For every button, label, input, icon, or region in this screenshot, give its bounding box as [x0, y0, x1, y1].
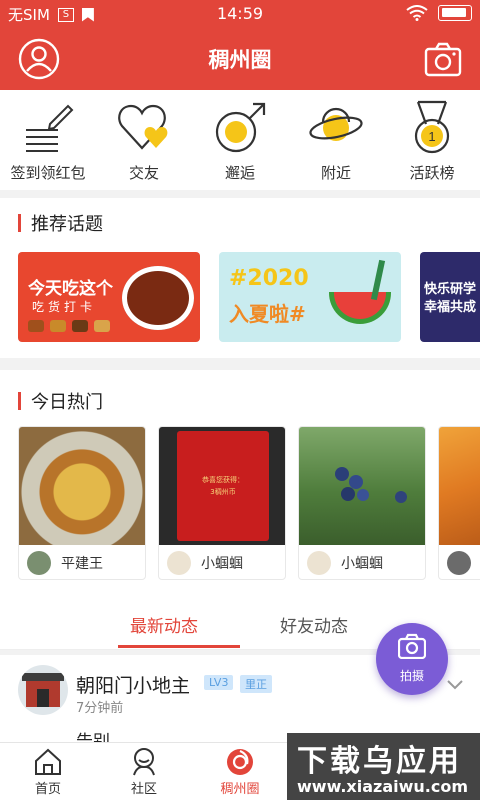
topic-title: 今天吃这个 [28, 279, 113, 299]
active-tab-indicator [118, 645, 240, 648]
quick-action-label: 交友 [128, 164, 159, 182]
blueberries-photo [299, 427, 425, 545]
topic-subtitle: 幸福共成 [424, 300, 477, 315]
topic-card[interactable]: 今天吃这个 吃货打卡 [18, 252, 200, 342]
quick-action-label: 签到领红包 [10, 164, 86, 182]
post-author-name[interactable]: 朝阳门小地主 [76, 671, 190, 698]
site-watermark: 下载乌应用 www.xiazaiwu.com [287, 733, 480, 800]
chouzhou-circle-icon [227, 749, 253, 775]
tab-latest[interactable]: 最新动态 [130, 612, 198, 637]
watermark-title: 下载乌应用 [297, 744, 462, 779]
envelope-amount: 3稠州币 [210, 488, 236, 496]
quick-action-sign-in[interactable]: 签到领红包 [0, 90, 96, 190]
quick-action-nearby[interactable]: 附近 [288, 90, 384, 190]
quick-action-leaderboard[interactable]: 1 活跃榜 [384, 90, 480, 190]
topic-card[interactable]: 快乐研学 幸福共成 [420, 252, 480, 342]
red-envelope-photo: 恭喜您获得： 3稠州币 [159, 427, 285, 545]
mango-dessert-photo [439, 427, 480, 545]
topic-subtitle: 入夏啦# [229, 302, 306, 326]
pineapple-rice-photo [19, 427, 145, 545]
page-title: 稠州圈 [208, 48, 272, 72]
avatar [307, 551, 331, 575]
post-author-avatar[interactable] [18, 665, 68, 715]
community-icon [133, 748, 155, 776]
hot-post-card[interactable]: 平建王 [18, 426, 146, 580]
nav-label: 社区 [130, 782, 157, 797]
level-badge: LV3 [204, 675, 234, 690]
app-header: 稠州圈 [0, 28, 480, 90]
quick-action-encounter[interactable]: 邂逅 [192, 90, 288, 190]
hearts-icon [118, 104, 168, 150]
recommended-topics-section: 推荐话题 今天吃这个 吃货打卡 #2020 入夏啦# 快乐研学 幸福共成 [0, 198, 480, 358]
nav-chouzhou-circle[interactable]: 稠州圈 [192, 743, 288, 800]
avatar [167, 551, 191, 575]
food-photo [122, 266, 194, 330]
watermelon-illustration [329, 292, 391, 324]
medal-icon: 1 [414, 100, 450, 154]
hot-post-user: 小蝈蝈 [201, 556, 243, 572]
planet-icon [309, 107, 363, 141]
quick-action-make-friends[interactable]: 交友 [96, 90, 192, 190]
home-icon [35, 748, 61, 775]
avatar [447, 551, 471, 575]
watermark-url: www.xiazaiwu.com [297, 777, 468, 796]
section-title: 今日热门 [18, 388, 103, 414]
section-title: 推荐话题 [18, 210, 103, 236]
tab-friends[interactable]: 好友动态 [280, 612, 348, 637]
today-hot-section: 今日热门 平建王 恭喜您获得： 3稠州币 小蝈蝈 小蝈蝈 [0, 370, 480, 598]
topic-card[interactable]: #2020 入夏啦# [219, 252, 401, 342]
hot-post-user: 小蝈蝈 [341, 556, 383, 572]
hot-post-user: 平建王 [61, 556, 103, 572]
rank-badge: 里正 [240, 675, 272, 693]
chevron-down-icon[interactable] [446, 679, 464, 691]
nav-community[interactable]: 社区 [96, 743, 192, 800]
battery-icon [438, 5, 472, 21]
hot-post-card[interactable]: e [438, 426, 480, 580]
hot-post-card[interactable]: 小蝈蝈 [298, 426, 426, 580]
quick-actions: 签到领红包 交友 邂逅 附近 1 活跃榜 [0, 90, 480, 190]
wifi-icon [406, 5, 428, 21]
male-symbol-icon [215, 102, 266, 153]
status-bar: 无SIM S 14:59 [0, 0, 480, 28]
post-time: 7分钟前 [76, 701, 124, 716]
camera-icon [398, 633, 426, 659]
envelope-text: 恭喜您获得： [202, 476, 244, 484]
nav-label: 稠州圈 [220, 782, 260, 797]
hot-post-card[interactable]: 恭喜您获得： 3稠州币 小蝈蝈 [158, 426, 286, 580]
nav-label: 首页 [34, 782, 61, 797]
camera-icon[interactable] [424, 41, 462, 77]
nav-home[interactable]: 首页 [0, 743, 96, 800]
sign-in-notepad-icon [26, 104, 74, 152]
quick-action-label: 活跃榜 [409, 164, 455, 182]
topic-subtitle: 吃货打卡 [32, 300, 97, 314]
quick-action-label: 附近 [320, 164, 351, 182]
quick-action-label: 邂逅 [224, 164, 255, 182]
shoot-button-label: 拍摄 [399, 669, 424, 683]
avatar [27, 551, 51, 575]
topic-title: 快乐研学 [424, 282, 477, 297]
svg-text:1: 1 [428, 129, 435, 144]
shoot-button[interactable]: 拍摄 [376, 623, 448, 695]
topic-title: #2020 [229, 266, 309, 291]
